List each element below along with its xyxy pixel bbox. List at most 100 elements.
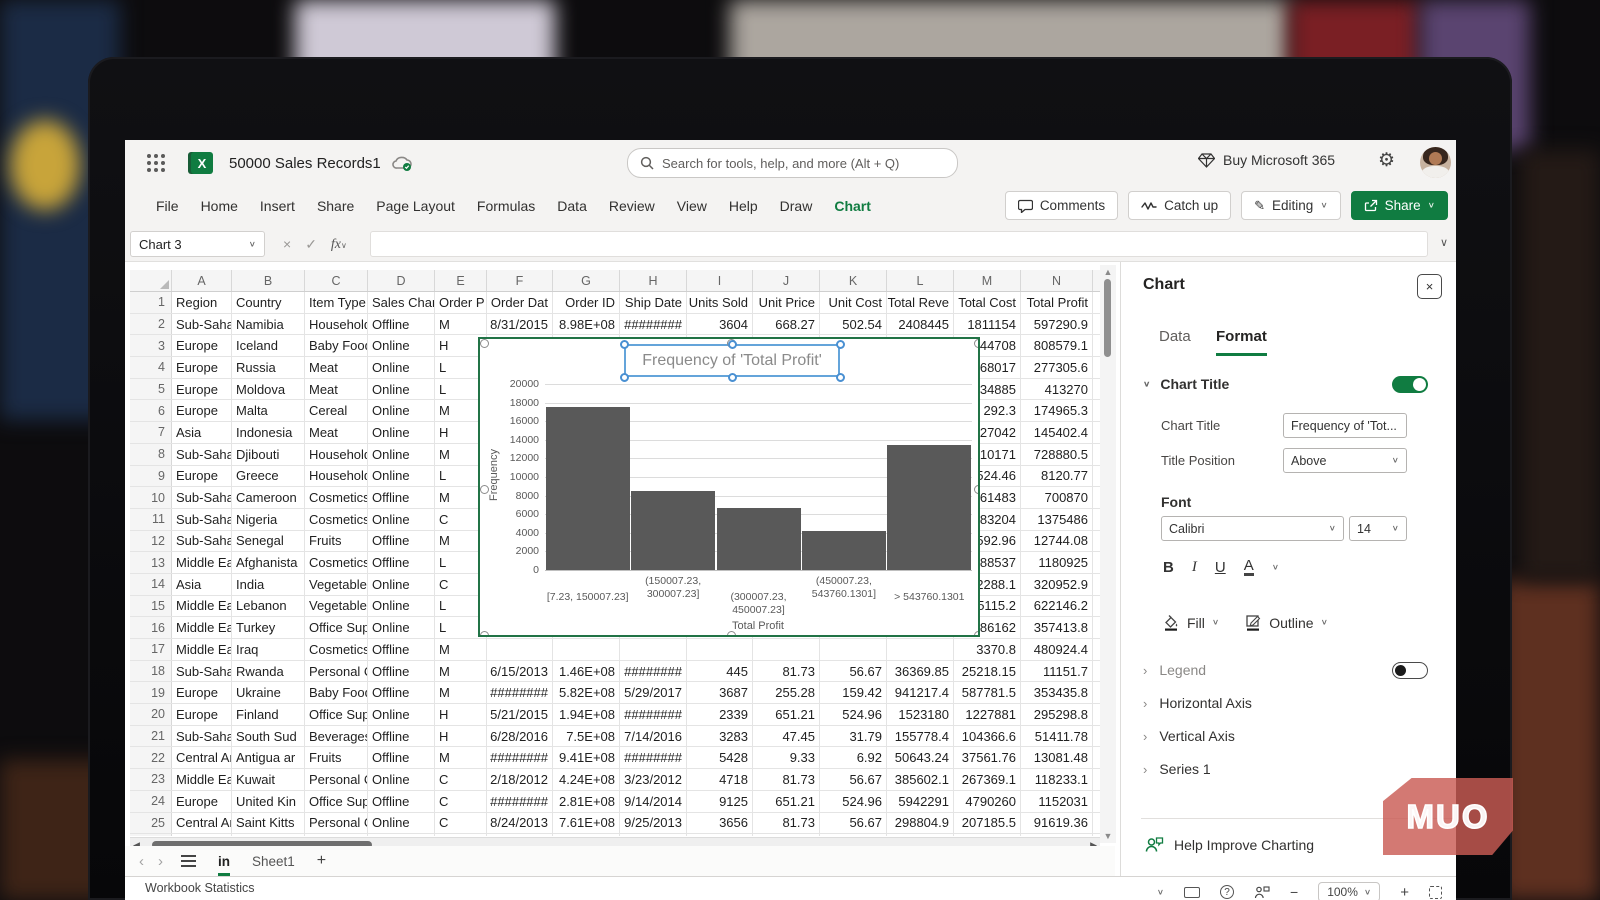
cell[interactable]: Central An	[172, 813, 232, 834]
cell[interactable]: Offline	[368, 661, 435, 682]
menu-item-insert[interactable]: Insert	[249, 198, 306, 214]
cell[interactable]: 413270	[1021, 379, 1093, 400]
cell[interactable]: Household	[305, 466, 368, 487]
cell[interactable]: 3/23/2012	[620, 769, 687, 790]
select-all-corner[interactable]	[130, 270, 172, 291]
font-family-select[interactable]: Calibri ∨	[1161, 516, 1344, 541]
cell[interactable]: 56.67	[820, 661, 887, 682]
cell[interactable]: Middle Ea	[172, 769, 232, 790]
cell[interactable]: Europe	[172, 682, 232, 703]
cell[interactable]: Online	[368, 357, 435, 378]
cell[interactable]: Sub-Sahar	[172, 487, 232, 508]
histogram-bar[interactable]	[887, 445, 971, 570]
menu-item-view[interactable]: View	[666, 198, 718, 214]
cell[interactable]: Sub-Sahar	[172, 509, 232, 530]
cell[interactable]: India	[232, 574, 305, 595]
cell[interactable]	[232, 834, 305, 836]
cell[interactable]: Sub-Sahar	[172, 531, 232, 552]
cell[interactable]: 1811154	[954, 314, 1021, 335]
cell[interactable]: 1227881	[954, 704, 1021, 725]
cell[interactable]	[887, 639, 954, 660]
cell[interactable]: 2.81E+08	[553, 791, 620, 812]
zoom-out-icon[interactable]: −	[1290, 884, 1298, 900]
cell[interactable]: Lebanon	[232, 596, 305, 617]
menu-item-page-layout[interactable]: Page Layout	[365, 198, 466, 214]
cell[interactable]: 50643.24	[887, 747, 954, 768]
all-sheets-menu-icon[interactable]	[181, 855, 196, 867]
outline-dropdown[interactable]: Outline ∨	[1245, 614, 1328, 631]
cell[interactable]: Order P	[435, 292, 487, 313]
cell[interactable]: Cosmetics	[305, 509, 368, 530]
cell[interactable]: Asia	[172, 574, 232, 595]
font-size-select[interactable]: 14 ∨	[1349, 516, 1407, 541]
chart-title-toggle[interactable]	[1392, 376, 1428, 393]
cell[interactable]: Central An	[172, 747, 232, 768]
embedded-chart[interactable]: Frequency of 'Total Profit' Frequency To…	[478, 337, 980, 637]
cell[interactable]: Sub-Sahar	[172, 314, 232, 335]
cell[interactable]: 118233.1	[1021, 769, 1093, 790]
cell[interactable]: Vegetable	[305, 574, 368, 595]
cell[interactable]	[620, 639, 687, 660]
cell[interactable]: 56.67	[820, 813, 887, 834]
tab-format[interactable]: Format	[1216, 328, 1267, 356]
fill-dropdown[interactable]: Fill ∨	[1163, 614, 1219, 631]
cell[interactable]: Iceland	[232, 335, 305, 356]
cell[interactable]: 3604	[687, 314, 753, 335]
cell[interactable]: 12744.08	[1021, 531, 1093, 552]
cell[interactable]: 320952.9	[1021, 574, 1093, 595]
cell[interactable]: Indonesia	[232, 422, 305, 443]
cell[interactable]: C	[435, 813, 487, 834]
cancel-entry-icon[interactable]: ×	[283, 236, 291, 252]
cell[interactable]: Saint Kitts	[232, 813, 305, 834]
cell[interactable]: Offline	[368, 791, 435, 812]
column-header-M[interactable]: M	[954, 270, 1021, 291]
cell[interactable]: 941217.4	[887, 682, 954, 703]
cell[interactable]: 7/14/2016	[620, 726, 687, 747]
cell[interactable]: Cameroon	[232, 487, 305, 508]
prev-sheet-icon[interactable]: ‹	[139, 853, 144, 870]
row-header-17[interactable]: 17	[130, 639, 172, 660]
cell[interactable]: Ship Date	[620, 292, 687, 313]
row-header-1[interactable]: 1	[130, 292, 172, 313]
cell[interactable]: Units Sold	[687, 292, 753, 313]
cell[interactable]	[820, 834, 887, 836]
cell[interactable]	[954, 834, 1021, 836]
cell[interactable]	[753, 834, 820, 836]
cell[interactable]	[687, 639, 753, 660]
cell[interactable]: 1152031	[1021, 791, 1093, 812]
cell[interactable]: 155778.4	[887, 726, 954, 747]
close-panel-button[interactable]: ×	[1417, 274, 1442, 299]
cell[interactable]: Online	[368, 769, 435, 790]
accessibility-people-icon[interactable]	[1254, 886, 1270, 899]
cell[interactable]: Personal C	[305, 661, 368, 682]
cell[interactable]: Online	[368, 509, 435, 530]
section-legend[interactable]: ›Legend	[1143, 662, 1206, 678]
column-header-I[interactable]: I	[687, 270, 753, 291]
row-header-22[interactable]: 22	[130, 747, 172, 768]
row-header-8[interactable]: 8	[130, 444, 172, 465]
cell[interactable]: Cosmetics	[305, 639, 368, 660]
cell[interactable]: 6/28/2016	[487, 726, 553, 747]
cell[interactable]: 104366.6	[954, 726, 1021, 747]
cell[interactable]: Office Sup	[305, 704, 368, 725]
cell[interactable]: 4.24E+08	[553, 769, 620, 790]
cell[interactable]: 700870	[1021, 487, 1093, 508]
cell[interactable]	[1021, 834, 1093, 836]
cell[interactable]: 7.5E+08	[553, 726, 620, 747]
cell[interactable]: Fruits	[305, 747, 368, 768]
cell[interactable]: ########	[487, 682, 553, 703]
i-format-button[interactable]: I	[1192, 559, 1197, 576]
cell[interactable]: Online	[368, 466, 435, 487]
cell[interactable]: Europe	[172, 704, 232, 725]
saved-to-cloud-icon[interactable]	[391, 155, 413, 171]
cell[interactable]: 295298.8	[1021, 704, 1093, 725]
menu-item-data[interactable]: Data	[546, 198, 598, 214]
cell[interactable]	[553, 834, 620, 836]
zoom-in-icon[interactable]: +	[1400, 884, 1409, 900]
chevron-down-icon[interactable]: ∨	[1272, 563, 1279, 572]
cell[interactable]	[820, 639, 887, 660]
cell[interactable]: Meat	[305, 379, 368, 400]
cell[interactable]: Online	[368, 617, 435, 638]
cell[interactable]: Region	[172, 292, 232, 313]
cell[interactable]: 47.45	[753, 726, 820, 747]
